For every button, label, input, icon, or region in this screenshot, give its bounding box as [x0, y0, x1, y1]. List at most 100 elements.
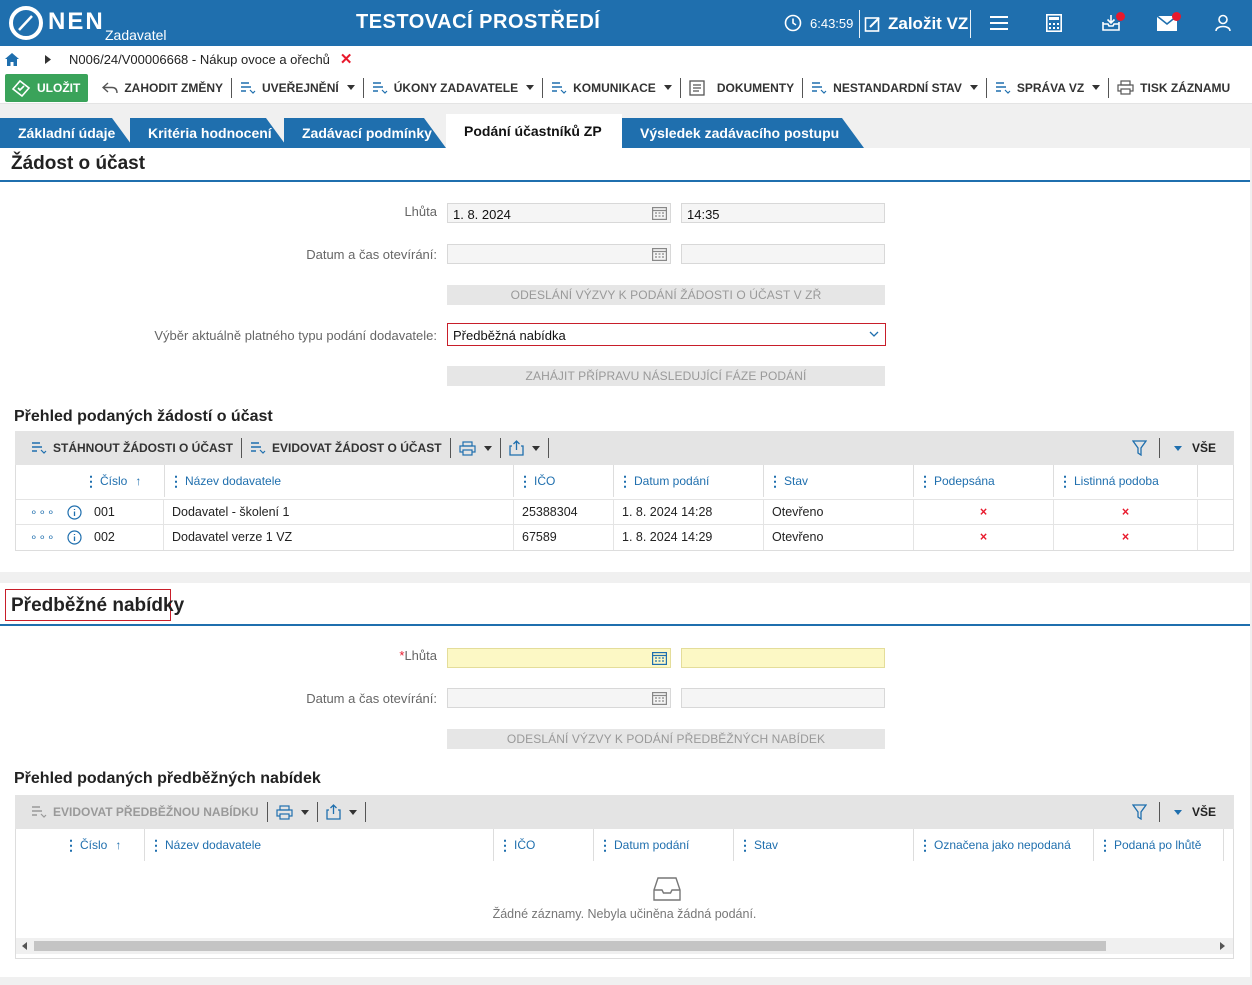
send-preliminary-call-button[interactable]: ODESLÁNÍ VÝZVY K PODÁNÍ PŘEDBĚŽNÝCH NABÍ…	[447, 729, 885, 749]
column-label: Stav	[784, 474, 809, 488]
tab-evaluation-criteria[interactable]: Kritéria hodnocení	[130, 118, 288, 148]
preliminary-deadline-time-input[interactable]	[681, 648, 885, 668]
print-menu-button[interactable]	[268, 802, 318, 822]
column-header-cislo[interactable]: ⋮ Číslo ↑	[84, 465, 164, 497]
procurement-management-label: SPRÁVA VZ	[1016, 80, 1085, 95]
export-menu-button[interactable]	[501, 438, 549, 458]
record-preliminary-offer-button[interactable]: EVIDOVAT PŘEDBĚŽNOU NABÍDKU	[15, 802, 268, 822]
deadline-label: *Lhůta	[300, 648, 437, 663]
tab-basic-info[interactable]: Základní údaje	[0, 118, 134, 148]
procurement-management-menu[interactable]: SPRÁVA VZ	[987, 77, 1110, 98]
breadcrumb-procurement[interactable]: N006/24/V00006668 - Nákup ovoce a ořechů	[69, 52, 330, 67]
home-icon[interactable]	[5, 52, 19, 66]
section-title: Žádost o účast	[11, 153, 146, 174]
menu-icon[interactable]	[990, 15, 1008, 31]
start-next-phase-button[interactable]: ZAHÁJIT PŘÍPRAVU NÁSLEDUJÍCÍ FÁZE PODÁNÍ	[447, 366, 885, 386]
section-divider	[0, 624, 1250, 626]
environment-title: TESTOVACÍ PROSTŘEDÍ	[356, 11, 601, 33]
column-header-datum[interactable]: ⋮ Datum podání	[594, 829, 734, 861]
column-header-datum[interactable]: ⋮ Datum podání	[614, 465, 764, 497]
user-icon[interactable]	[1215, 14, 1231, 32]
opening-date-input[interactable]	[447, 244, 671, 264]
preliminary-opening-date-input[interactable]	[447, 688, 671, 708]
more-options-icon[interactable]: ∘∘∘	[30, 505, 56, 519]
sort-ascending-icon: ↑	[135, 474, 142, 488]
cell-datum: 1. 8. 2024 14:28	[614, 500, 764, 525]
column-header-po-lhute[interactable]: ⋮ Podaná po lhůtě	[1094, 829, 1224, 861]
communication-menu[interactable]: KOMUNIKACE	[543, 77, 681, 98]
print-menu-button[interactable]	[451, 438, 501, 458]
grid-filter-controls: VŠE	[1131, 438, 1216, 458]
opening-time-input[interactable]	[681, 244, 885, 264]
scroll-right-icon[interactable]	[1220, 942, 1225, 950]
publish-menu[interactable]: UVEŘEJNĚNÍ	[232, 77, 364, 98]
empty-state-text: Žádné záznamy. Nebyla učiněna žádná podá…	[492, 907, 757, 921]
column-header-nazev[interactable]: ⋮ Název dodavatele	[144, 829, 494, 861]
tab-participant-submissions[interactable]: Podání účastníků ZP	[446, 114, 622, 148]
print-record-button[interactable]: TISK ZÁZNAMU	[1109, 78, 1238, 98]
discard-changes-button[interactable]: ZAHODIT ZMĚNY	[94, 77, 232, 98]
column-header-ico[interactable]: ⋮ IČO	[514, 465, 614, 497]
info-icon[interactable]	[67, 530, 82, 545]
column-header-stav[interactable]: ⋮ Stav	[734, 829, 914, 861]
close-icon[interactable]: ✕	[340, 50, 353, 68]
column-header-ico[interactable]: ⋮ IČO	[494, 829, 594, 861]
calculator-icon[interactable]	[1046, 14, 1062, 32]
column-header-podepsana[interactable]: ⋮ Podepsána	[914, 465, 1054, 497]
preliminary-deadline-date-input[interactable]	[447, 648, 671, 668]
cell-podepsana: ×	[914, 500, 1054, 525]
column-header-cislo[interactable]: ⋮ Číslo ↑	[64, 829, 144, 861]
show-all-selector[interactable]: VŠE	[1172, 805, 1216, 819]
info-icon[interactable]	[67, 505, 82, 520]
row-actions[interactable]: ∘∘∘	[16, 500, 84, 525]
show-all-label: VŠE	[1191, 441, 1216, 455]
deadline-time-input[interactable]: 14:35	[681, 203, 885, 223]
calendar-icon[interactable]	[652, 651, 667, 665]
list-action-icon	[32, 442, 47, 454]
record-request-button[interactable]: EVIDOVAT ŽÁDOST O ÚČAST	[242, 438, 451, 458]
filter-icon[interactable]	[1131, 804, 1147, 820]
column-header-nazev[interactable]: ⋮ Název dodavatele	[164, 465, 514, 497]
filter-icon[interactable]	[1131, 440, 1147, 456]
calendar-icon[interactable]	[652, 247, 667, 261]
nen-logo-icon[interactable]	[8, 5, 44, 41]
tab-procedure-result[interactable]: Výsledek zadávacího postupu	[622, 118, 864, 148]
documents-button[interactable]: DOKUMENTY	[681, 77, 804, 98]
column-label: IČO	[534, 474, 556, 488]
opening-label: Datum a čas otevírání:	[306, 691, 437, 706]
tab-tender-conditions[interactable]: Zadávací podmínky	[284, 118, 446, 148]
column-label: Stav	[754, 838, 779, 852]
caret-down-icon	[531, 445, 540, 451]
calendar-icon[interactable]	[652, 691, 667, 705]
show-all-selector[interactable]: VŠE	[1172, 441, 1216, 455]
cell-stav: Otevřeno	[764, 500, 914, 525]
save-button[interactable]: ULOŽIT	[5, 73, 89, 102]
deadline-date-input[interactable]: 1. 8. 2024	[447, 203, 671, 223]
send-participation-call-button[interactable]: ODESLÁNÍ VÝZVY K PODÁNÍ ŽÁDOSTI O ÚČAST …	[447, 285, 885, 305]
header-divider	[970, 10, 971, 38]
logo-text: NEN	[48, 8, 105, 35]
column-header-stav[interactable]: ⋮ Stav	[764, 465, 914, 497]
row-actions[interactable]: ∘∘∘	[16, 525, 84, 550]
list-action-icon	[812, 81, 827, 94]
contracting-actions-menu[interactable]: ÚKONY ZADAVATELE	[364, 77, 544, 98]
column-label: Číslo	[80, 838, 108, 852]
caret-down-icon	[969, 85, 978, 90]
column-header-nepodana[interactable]: ⋮ Označena jako nepodaná	[914, 829, 1094, 861]
section-title: Předběžné nabídky	[11, 595, 185, 616]
download-requests-label: STÁHNOUT ŽÁDOSTI O ÚČAST	[53, 441, 233, 455]
nonstandard-state-menu[interactable]: NESTANDARDNÍ STAV	[803, 77, 987, 98]
preliminary-opening-time-input[interactable]	[681, 688, 885, 708]
calendar-icon[interactable]	[652, 206, 667, 220]
grid-filter-controls: VŠE	[1131, 802, 1216, 822]
create-procurement-button[interactable]: Založit VZ	[864, 11, 968, 37]
column-header-listinna[interactable]: ⋮ Listinná podoba	[1054, 465, 1198, 497]
download-requests-button[interactable]: STÁHNOUT ŽÁDOSTI O ÚČAST	[15, 438, 242, 458]
scroll-left-icon[interactable]	[22, 942, 27, 950]
submission-type-select[interactable]: Předběžná nabídka	[447, 323, 886, 346]
scrollbar-thumb[interactable]	[34, 941, 1106, 951]
more-options-icon[interactable]: ∘∘∘	[30, 530, 56, 544]
export-menu-button[interactable]	[318, 802, 366, 822]
cell-listinna: ×	[1054, 500, 1198, 525]
horizontal-scrollbar[interactable]	[16, 938, 1233, 954]
